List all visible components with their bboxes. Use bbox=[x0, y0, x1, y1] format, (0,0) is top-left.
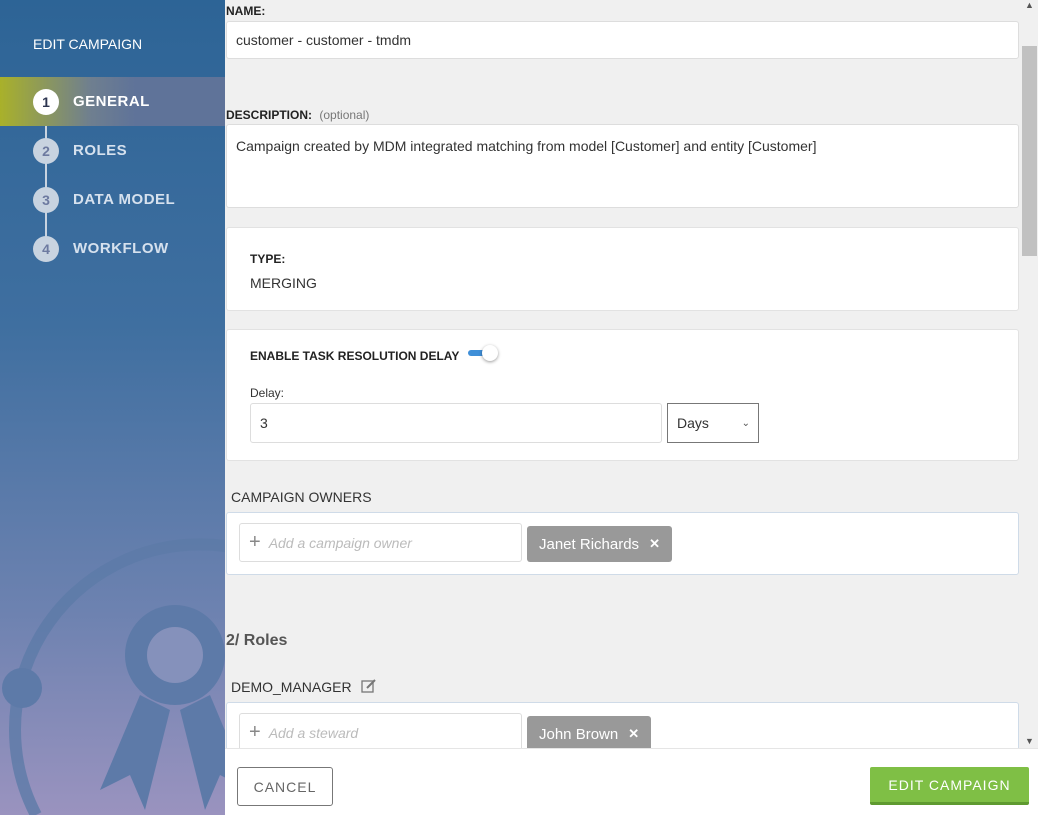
step-number: 4 bbox=[33, 235, 59, 262]
delay-label: Delay: bbox=[250, 386, 285, 400]
owners-card: + Add a campaign owner Janet Richards ✕ bbox=[226, 512, 1019, 575]
type-label: TYPE: bbox=[250, 252, 286, 266]
sidebar-title: EDIT CAMPAIGN bbox=[33, 36, 143, 52]
step-number: 1 bbox=[33, 88, 59, 115]
plus-icon: + bbox=[249, 531, 261, 553]
steward-name: John Brown bbox=[539, 725, 619, 743]
step-number: 3 bbox=[33, 186, 59, 213]
step-general[interactable]: 1 GENERAL bbox=[0, 77, 225, 126]
cancel-button[interactable]: CANCEL bbox=[237, 767, 333, 806]
owner-name: Janet Richards bbox=[539, 535, 640, 553]
name-input[interactable]: customer - customer - tmdm bbox=[226, 21, 1019, 59]
type-card: TYPE: MERGING bbox=[226, 227, 1019, 311]
description-label: DESCRIPTION: (optional) bbox=[226, 108, 369, 122]
role-name: DEMO_MANAGER bbox=[231, 679, 352, 695]
sidebar: EDIT CAMPAIGN 1 GENERAL 2 ROLES 3 DATA MODE… bbox=[0, 0, 225, 815]
edit-campaign-button[interactable]: EDIT CAMPAIGN bbox=[870, 767, 1029, 805]
delay-unit-value: Days bbox=[677, 415, 709, 431]
step-label: ROLES bbox=[73, 142, 128, 159]
plus-icon: + bbox=[249, 721, 261, 743]
chevron-down-icon: ⌄ bbox=[741, 417, 750, 429]
form-area: NAME: customer - customer - tmdm DESCRIP… bbox=[225, 0, 1021, 748]
steward-input[interactable]: + Add a steward bbox=[239, 713, 522, 748]
remove-icon[interactable]: ✕ bbox=[649, 536, 660, 552]
delay-toggle-label: ENABLE TASK RESOLUTION DELAY bbox=[250, 349, 460, 363]
type-value: MERGING bbox=[250, 275, 317, 291]
step-number: 2 bbox=[33, 137, 59, 164]
footer: CANCEL EDIT CAMPAIGN bbox=[225, 748, 1038, 815]
step-data-model[interactable]: 3 DATA MODEL bbox=[0, 175, 225, 224]
roles-heading: 2/ Roles bbox=[226, 632, 288, 649]
step-label: WORKFLOW bbox=[73, 240, 169, 257]
delay-input[interactable]: 3 bbox=[250, 403, 662, 443]
owner-input[interactable]: + Add a campaign owner bbox=[239, 523, 522, 562]
step-roles[interactable]: 2 ROLES bbox=[0, 126, 225, 175]
description-textarea[interactable]: Campaign created by MDM integrated match… bbox=[226, 124, 1019, 208]
owner-placeholder: Add a campaign owner bbox=[268, 534, 412, 551]
award-ribbon-icon bbox=[2, 538, 225, 815]
name-label: NAME: bbox=[226, 4, 266, 18]
delay-toggle[interactable] bbox=[468, 345, 500, 361]
remove-icon[interactable]: ✕ bbox=[628, 726, 639, 742]
step-workflow[interactable]: 4 WORKFLOW bbox=[0, 224, 225, 273]
delay-card: ENABLE TASK RESOLUTION DELAY Delay: 3 Da… bbox=[226, 329, 1019, 461]
optional-hint: (optional) bbox=[319, 108, 370, 122]
scrollbar[interactable]: ▲ ▼ bbox=[1021, 0, 1038, 748]
owners-label: CAMPAIGN OWNERS bbox=[231, 489, 372, 505]
step-label: GENERAL bbox=[73, 93, 150, 110]
step-label: DATA MODEL bbox=[73, 191, 176, 208]
description-label-text: DESCRIPTION: bbox=[226, 108, 313, 122]
steward-placeholder: Add a steward bbox=[268, 724, 359, 741]
scroll-down-icon[interactable]: ▼ bbox=[1021, 736, 1038, 746]
stewards-card: + Add a steward John Brown ✕ bbox=[226, 702, 1019, 748]
owner-chip: Janet Richards ✕ bbox=[527, 526, 672, 562]
delay-unit-select[interactable]: Days ⌄ bbox=[667, 403, 759, 443]
steward-chip: John Brown ✕ bbox=[527, 716, 652, 748]
scroll-up-icon[interactable]: ▲ bbox=[1021, 0, 1038, 10]
scrollbar-thumb[interactable] bbox=[1022, 46, 1037, 256]
edit-icon[interactable] bbox=[361, 678, 377, 694]
